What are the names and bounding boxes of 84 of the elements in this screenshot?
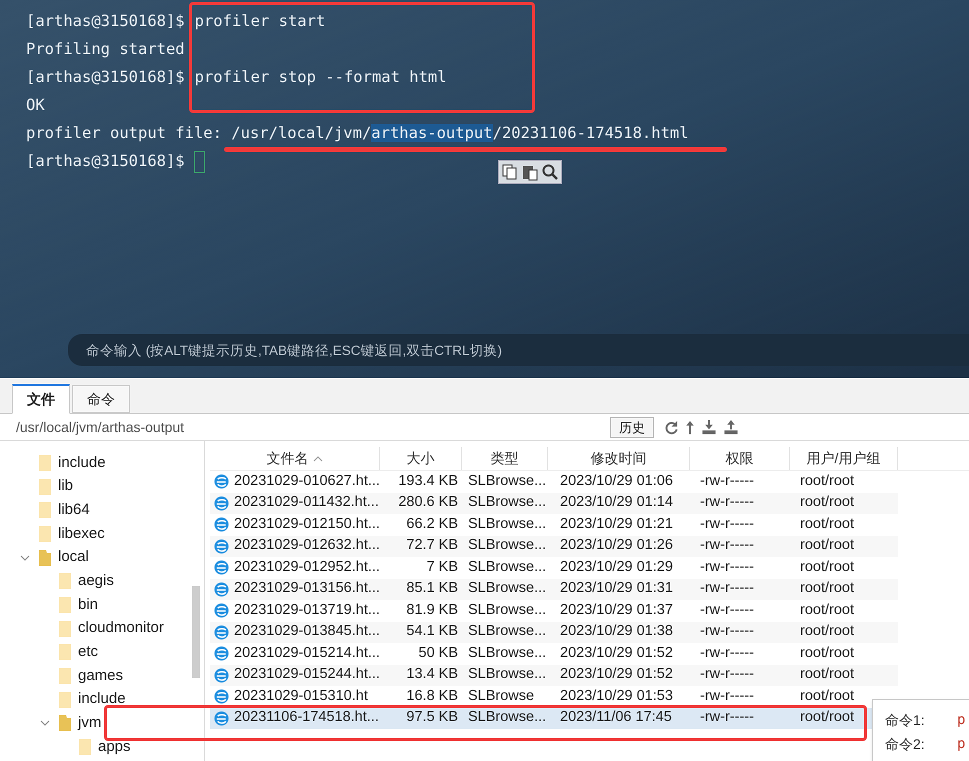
permissions-text: -rw-r----- — [699, 472, 755, 491]
modified-time: 2023/10/29 01:06 — [559, 472, 674, 491]
modified-time: 2023/10/29 01:31 — [559, 579, 674, 598]
command-value: p — [957, 710, 966, 730]
owner-text: root/root — [800, 580, 854, 596]
modified-time: 2023/10/29 01:52 — [559, 665, 674, 684]
output-text: profiler output file: /usr/local/jvm/arthas-output/20231106-174518.html — [26, 123, 689, 144]
file-name: 20231029-010627.ht... — [234, 472, 380, 491]
file-name: 20231029-012632.ht... — [234, 536, 380, 556]
file-size: 280.6 KB — [397, 493, 459, 512]
file-name: 20231029-015244.ht... — [234, 665, 380, 684]
permissions-text: -rw-r----- — [699, 579, 755, 598]
modified-time: 2023/10/29 01:14 — [559, 493, 674, 512]
file-type: SLBrowse... — [467, 558, 548, 577]
file-name: 20231029-015214.ht... — [234, 644, 380, 663]
owner-text: root/root — [800, 688, 854, 704]
file-size: 16.8 KB — [405, 686, 459, 706]
path-text: /usr/local/jvm/arthas-output — [16, 418, 186, 437]
command-value: p — [957, 734, 966, 754]
command-label: 命令2: — [885, 736, 925, 752]
owner-text: root/root — [800, 644, 854, 661]
file-size: 7 KB — [426, 558, 459, 577]
file-size: 72.7 KB — [405, 536, 459, 556]
permissions-text: -rw-r----- — [699, 708, 755, 728]
owner-text: root/root — [800, 666, 854, 682]
file-name: 20231106-174518.ht... — [234, 708, 379, 728]
file-size: 193.4 KB — [397, 472, 459, 491]
owner-text: root/root — [800, 623, 854, 640]
prompt-text: [arthas@3150168]$ — [26, 67, 185, 88]
owner-text: root/root — [800, 602, 854, 618]
file-size: 81.9 KB — [405, 600, 459, 620]
output-text: OK — [26, 95, 45, 116]
permissions-text: -rw-r----- — [699, 665, 755, 684]
prompt-text: [arthas@3150168]$ — [26, 11, 185, 32]
command-text: profiler start — [194, 11, 326, 32]
file-size: 13.4 KB — [405, 665, 459, 684]
owner-text: root/root — [800, 537, 854, 554]
file-size: 50 KB — [418, 644, 459, 663]
permissions-text: -rw-r----- — [699, 686, 755, 706]
file-name: 20231029-013156.ht... — [234, 579, 380, 598]
modified-time: 2023/11/06 17:45 — [559, 708, 673, 728]
modified-time: 2023/10/29 01:38 — [559, 622, 674, 642]
file-type: SLBrowse... — [467, 472, 548, 491]
owner-text: root/root — [800, 558, 854, 575]
file-size: 97.5 KB — [405, 708, 459, 728]
permissions-text: -rw-r----- — [699, 622, 755, 642]
modified-time: 2023/10/29 01:53 — [559, 686, 674, 706]
output-text: Profiling started — [26, 39, 185, 60]
file-name: 20231029-013845.ht... — [234, 622, 380, 642]
modified-time: 2023/10/29 01:37 — [559, 600, 674, 620]
modified-time: 2023/10/29 01:21 — [559, 514, 674, 534]
file-name: 20231029-011432.ht... — [234, 493, 379, 512]
permissions-text: -rw-r----- — [699, 644, 755, 663]
file-name: 20231029-015310.ht — [234, 686, 368, 706]
permissions-text: -rw-r----- — [699, 600, 755, 620]
modified-time: 2023/10/29 01:29 — [559, 558, 674, 577]
file-type: SLBrowse... — [467, 644, 548, 663]
owner-text: root/root — [800, 516, 854, 532]
file-size: 54.1 KB — [405, 622, 459, 642]
file-size: 85.1 KB — [405, 579, 459, 598]
file-type: SLBrowse... — [467, 600, 548, 620]
file-type: SLBrowse — [467, 686, 536, 706]
owner-text: root/root — [800, 494, 854, 510]
file-type: SLBrowse... — [467, 493, 548, 512]
permissions-text: -rw-r----- — [699, 558, 755, 577]
file-type: SLBrowse... — [467, 536, 548, 556]
file-name: 20231029-013719.ht... — [234, 600, 380, 620]
prompt-text: [arthas@3150168]$ — [26, 151, 185, 172]
owner-text: root/root — [800, 472, 854, 489]
file-type: SLBrowse... — [467, 514, 548, 534]
permissions-text: -rw-r----- — [699, 536, 755, 556]
modified-time: 2023/10/29 01:26 — [559, 536, 674, 556]
permissions-text: -rw-r----- — [699, 493, 755, 512]
file-name: 20231029-012952.ht... — [234, 558, 380, 577]
file-type: SLBrowse... — [467, 579, 548, 598]
file-name: 20231029-012150.ht... — [234, 514, 380, 534]
modified-time: 2023/10/29 01:52 — [559, 644, 674, 663]
command-text: profiler stop --format html — [194, 67, 447, 88]
permissions-text: -rw-r----- — [699, 514, 755, 534]
owner-text: root/root — [800, 709, 854, 726]
file-type: SLBrowse... — [467, 708, 548, 728]
file-size: 66.2 KB — [405, 514, 459, 534]
file-type: SLBrowse... — [467, 622, 548, 642]
file-type: SLBrowse... — [467, 665, 548, 684]
